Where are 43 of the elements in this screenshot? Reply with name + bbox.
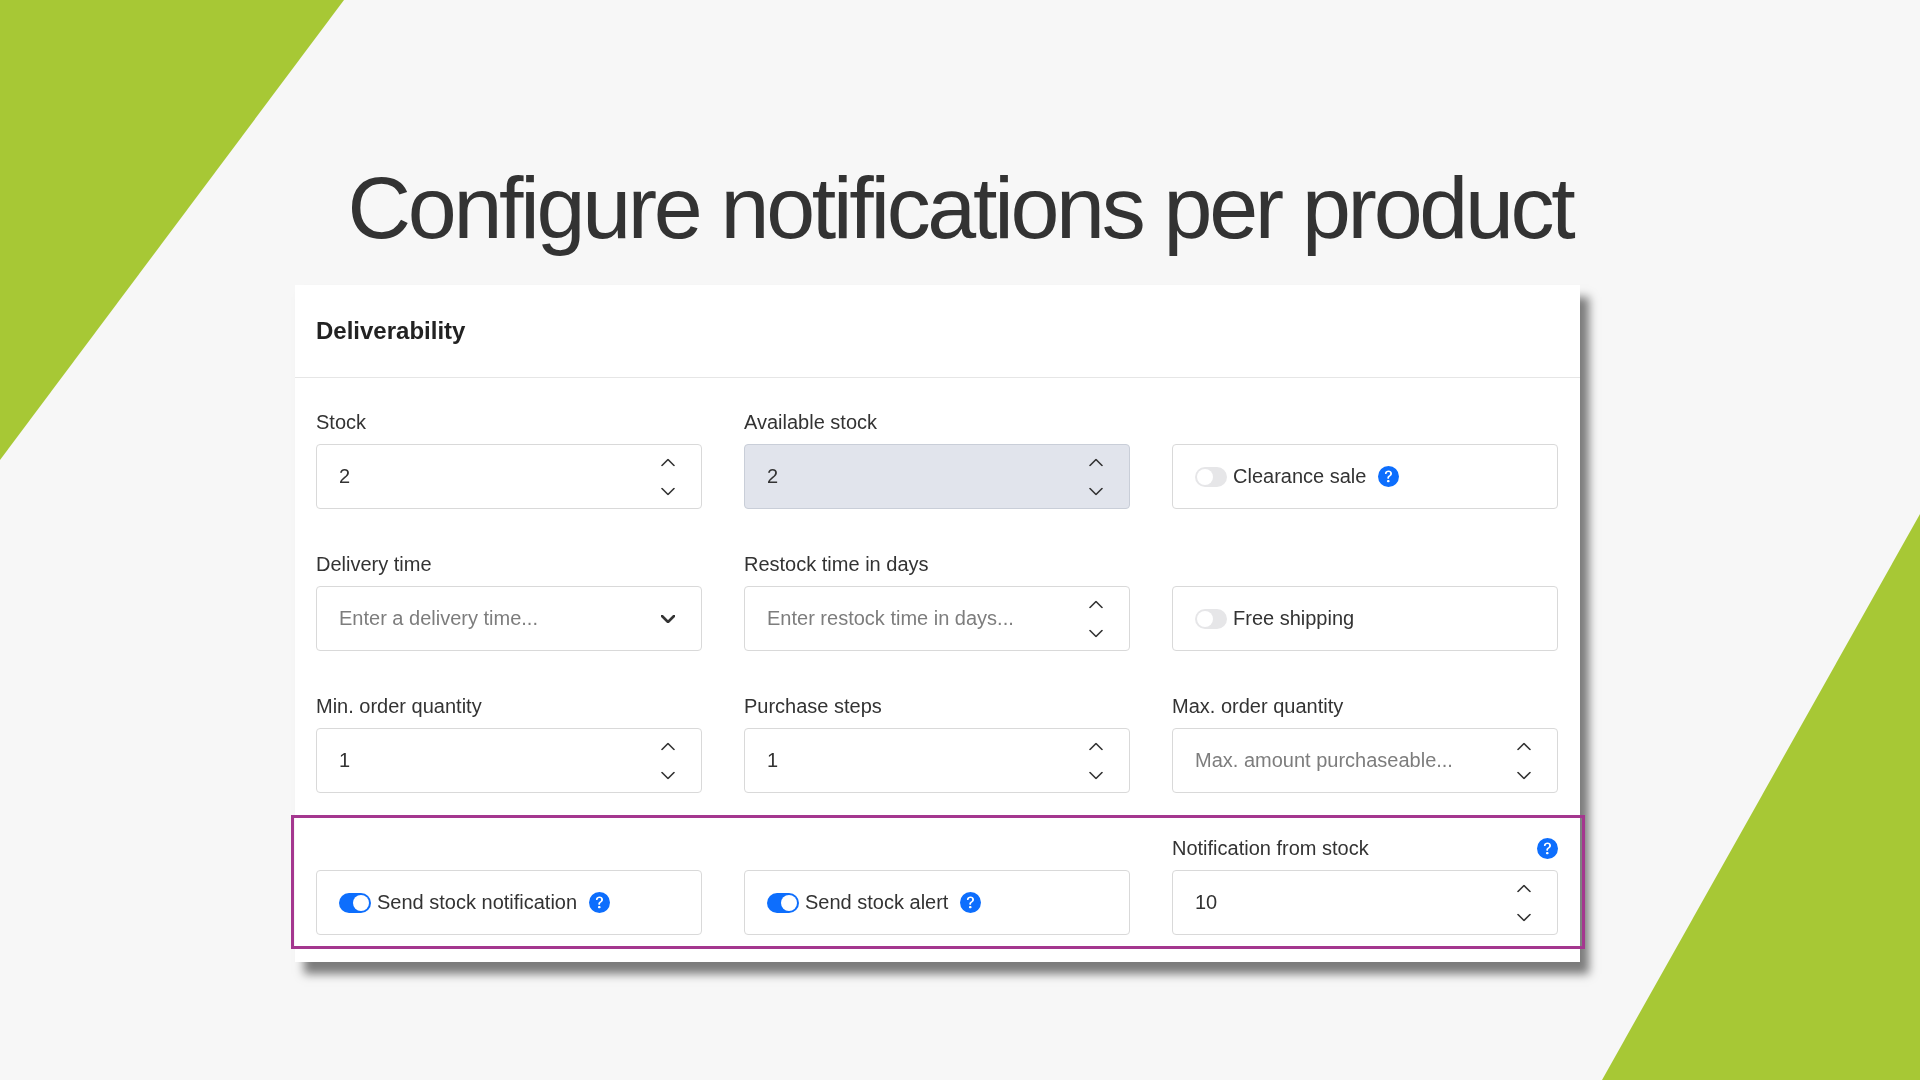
chevron-up-icon[interactable]	[1517, 742, 1531, 750]
chevron-up-icon[interactable]	[1089, 458, 1103, 466]
chevron-up-icon[interactable]	[1089, 742, 1103, 750]
toggle-switch[interactable]	[1195, 466, 1227, 487]
number-field[interactable]: Max. amount purchaseable...	[1172, 728, 1558, 793]
number-field[interactable]: Enter restock time in days...	[744, 586, 1130, 651]
toggle-switch[interactable]	[1195, 608, 1227, 629]
toggle-label: Send stock alert	[805, 891, 949, 914]
chevron-down-icon[interactable]	[661, 487, 675, 495]
chevron-up-icon[interactable]	[661, 742, 675, 750]
toggle-switch[interactable]	[339, 892, 371, 913]
help-icon[interactable]	[1537, 837, 1558, 859]
chevron-down-icon[interactable]	[661, 771, 675, 779]
number-field[interactable]: 1	[744, 728, 1130, 793]
number-field[interactable]: 10	[1172, 870, 1558, 935]
number-field[interactable]: 1	[316, 728, 702, 793]
toggle-label: Clearance sale	[1233, 465, 1367, 488]
field-label: Notification from stock	[1172, 836, 1369, 860]
chevron-down-icon[interactable]	[1517, 913, 1531, 921]
chevron-down-icon[interactable]	[1089, 487, 1103, 495]
toggle-switch[interactable]	[767, 892, 799, 913]
toggle-label: Free shipping	[1233, 607, 1355, 630]
field-label: Purchase steps	[744, 694, 882, 718]
help-icon[interactable]	[1378, 466, 1400, 487]
chevron-down-icon[interactable]	[661, 614, 675, 623]
field-label: Available stock	[744, 410, 878, 434]
chevron-down-icon[interactable]	[1089, 771, 1103, 779]
chevron-down-icon[interactable]	[1517, 771, 1531, 779]
field-label: Restock time in days	[744, 552, 929, 576]
help-icon[interactable]	[589, 892, 611, 913]
number-field[interactable]: 2	[316, 444, 702, 509]
chevron-up-icon[interactable]	[661, 458, 675, 466]
field-label: Stock	[316, 410, 367, 434]
chevron-down-icon[interactable]	[1089, 629, 1103, 637]
select-field[interactable]: Enter a delivery time...	[316, 586, 702, 651]
toggle-label: Send stock notification	[377, 891, 578, 914]
panel-title: Deliverability	[316, 317, 466, 345]
chevron-up-icon[interactable]	[1089, 600, 1103, 608]
field-label: Delivery time	[316, 552, 432, 576]
field-label: Max. order quantity	[1172, 694, 1344, 718]
help-icon[interactable]	[960, 892, 982, 913]
chevron-up-icon[interactable]	[1517, 884, 1531, 892]
field-label: Min. order quantity	[316, 694, 482, 718]
